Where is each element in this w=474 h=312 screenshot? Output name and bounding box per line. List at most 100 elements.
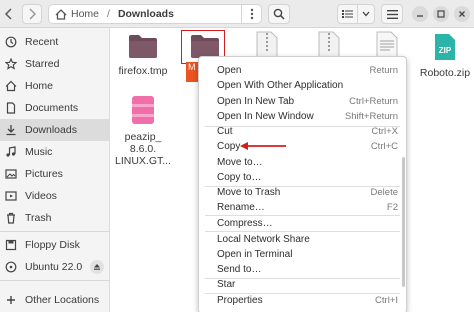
sidebar-item-pictures[interactable]: Pictures bbox=[0, 163, 110, 185]
menu-item-rename[interactable]: Rename… F2 bbox=[199, 200, 406, 215]
sidebar-item-documents[interactable]: Documents bbox=[0, 97, 110, 119]
sidebar-item-ubuntu-disc[interactable]: Ubuntu 22.0 bbox=[0, 256, 110, 278]
menu-item-label: Move to… bbox=[217, 157, 263, 168]
sidebar-item-label: Videos bbox=[25, 190, 57, 202]
menu-item-open[interactable]: Open Return bbox=[199, 63, 406, 78]
menu-item-move-to[interactable]: Move to… bbox=[199, 155, 406, 170]
disc-icon bbox=[5, 261, 17, 273]
menu-item-accel: Shift+Return bbox=[344, 111, 398, 122]
menu-item-label: Copy to… bbox=[217, 172, 262, 183]
menu-item-label: Open in Terminal bbox=[217, 249, 293, 260]
maximize-icon bbox=[437, 10, 445, 18]
file-label: firefox.tmp bbox=[118, 65, 168, 77]
sidebar-item-home[interactable]: Home bbox=[0, 75, 110, 97]
search-button[interactable] bbox=[268, 4, 290, 24]
plus-icon bbox=[5, 294, 17, 306]
annotation-arrow-icon bbox=[240, 142, 286, 150]
menu-item-move-to-trash[interactable]: Move to Trash Delete bbox=[199, 185, 406, 200]
menu-item-star[interactable]: Star bbox=[199, 277, 406, 292]
close-icon bbox=[459, 11, 465, 17]
sidebar-item-starred[interactable]: Starred bbox=[0, 53, 110, 75]
folder-icon bbox=[129, 35, 157, 58]
file-label: peazip_ 8.6.0. LINUX.GT... bbox=[114, 131, 171, 167]
file-item[interactable]: ZIP Roboto.zip bbox=[413, 33, 474, 79]
menu-item-cut[interactable]: Cut Ctrl+X bbox=[199, 124, 406, 139]
path-separator: / bbox=[107, 8, 110, 20]
sidebar-item-label: Floppy Disk bbox=[25, 239, 80, 251]
sidebar: Recent Starred Home Documents Downloads … bbox=[0, 28, 110, 312]
menu-item-label: Compress… bbox=[217, 218, 273, 229]
view-toggle-button[interactable] bbox=[337, 4, 375, 24]
floppy-icon bbox=[5, 239, 17, 251]
sidebar-item-recent[interactable]: Recent bbox=[0, 31, 110, 53]
svg-text:ZIP: ZIP bbox=[439, 46, 452, 55]
menu-item-label: Send to… bbox=[217, 264, 262, 275]
menu-item-open-new-tab[interactable]: Open In New Tab Ctrl+Return bbox=[199, 94, 406, 109]
menu-item-label: Rename… bbox=[217, 202, 265, 213]
sidebar-item-downloads[interactable]: Downloads bbox=[0, 119, 110, 141]
kebab-icon bbox=[250, 8, 253, 20]
sidebar-divider bbox=[0, 231, 110, 232]
menu-item-label: Open With Other Application bbox=[217, 80, 344, 91]
file-item[interactable]: peazip_ 8.6.0. LINUX.GT... bbox=[111, 95, 175, 167]
picture-icon bbox=[5, 168, 17, 180]
menu-item-accel: F2 bbox=[386, 202, 398, 213]
sidebar-item-floppy-disk[interactable]: Floppy Disk bbox=[0, 234, 110, 256]
minimize-icon bbox=[417, 15, 423, 17]
close-button[interactable] bbox=[454, 6, 470, 22]
menu-item-copy-to[interactable]: Copy to… bbox=[199, 170, 406, 185]
eject-button[interactable] bbox=[90, 260, 104, 274]
sidebar-item-other-locations[interactable]: Other Locations bbox=[0, 289, 110, 311]
path-menu-button[interactable] bbox=[241, 5, 261, 23]
sidebar-divider bbox=[0, 280, 110, 281]
main-menu-button[interactable] bbox=[381, 4, 403, 24]
maximize-button[interactable] bbox=[433, 6, 449, 22]
sidebar-item-label: Home bbox=[25, 80, 54, 92]
back-button[interactable] bbox=[0, 4, 18, 24]
sidebar-item-label: Documents bbox=[25, 102, 79, 114]
menu-item-accel: Ctrl+I bbox=[375, 295, 398, 306]
path-current[interactable]: Downloads bbox=[118, 8, 174, 20]
package-icon bbox=[132, 96, 154, 124]
menu-item-open-with[interactable]: Open With Other Application bbox=[199, 78, 406, 93]
sidebar-item-label: Music bbox=[25, 146, 53, 158]
chevron-right-icon bbox=[29, 8, 37, 20]
sidebar-item-label: Starred bbox=[25, 58, 60, 70]
document-icon bbox=[5, 102, 17, 114]
menu-item-accel: Return bbox=[369, 65, 398, 76]
sidebar-item-label: Other Locations bbox=[25, 294, 100, 306]
menu-item-copy[interactable]: Copy Ctrl+C bbox=[199, 139, 406, 154]
menu-item-open-new-window[interactable]: Open In New Window Shift+Return bbox=[199, 109, 406, 124]
sidebar-item-label: Downloads bbox=[25, 124, 77, 136]
menu-item-local-network-share[interactable]: Local Network Share bbox=[199, 232, 406, 247]
home-icon bbox=[55, 8, 67, 20]
menu-item-accel: Delete bbox=[370, 187, 398, 198]
context-menu: Open Return Open With Other Application … bbox=[198, 56, 407, 312]
file-item[interactable]: firefox.tmp bbox=[111, 33, 175, 77]
video-icon bbox=[5, 190, 17, 202]
menu-item-accel: Ctrl+Return bbox=[349, 96, 398, 107]
sidebar-item-videos[interactable]: Videos bbox=[0, 185, 110, 207]
menu-item-label: Open In New Tab bbox=[217, 96, 295, 107]
menu-item-properties[interactable]: Properties Ctrl+I bbox=[199, 293, 406, 308]
sidebar-item-label: Ubuntu 22.0 bbox=[25, 261, 83, 273]
menu-item-compress[interactable]: Compress… bbox=[199, 216, 406, 231]
minimize-button[interactable] bbox=[412, 6, 428, 22]
file-label: Roboto.zip bbox=[419, 67, 471, 79]
music-icon bbox=[5, 146, 17, 158]
forward-button[interactable] bbox=[22, 4, 42, 24]
eject-icon bbox=[94, 264, 100, 270]
menu-item-open-in-terminal[interactable]: Open in Terminal bbox=[199, 247, 406, 262]
menu-item-label: Star bbox=[217, 279, 236, 290]
menu-item-send-to[interactable]: Send to… bbox=[199, 262, 406, 277]
sidebar-item-music[interactable]: Music bbox=[0, 141, 110, 163]
menu-scrollbar[interactable] bbox=[402, 157, 405, 287]
sidebar-item-trash[interactable]: Trash bbox=[0, 207, 110, 229]
sidebar-item-label: Pictures bbox=[25, 168, 63, 180]
zip-icon: ZIP bbox=[435, 34, 455, 60]
sidebar-item-label: Trash bbox=[25, 212, 52, 224]
divider bbox=[357, 5, 358, 23]
path-home[interactable]: Home bbox=[71, 8, 99, 20]
chevron-down-icon bbox=[362, 11, 370, 17]
home-icon bbox=[5, 80, 17, 92]
